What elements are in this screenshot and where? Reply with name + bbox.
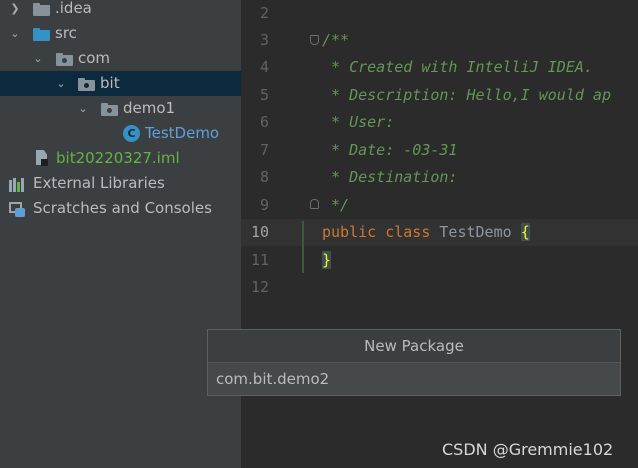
libraries-icon: [9, 176, 27, 192]
scope-indicator: [302, 221, 304, 273]
tree-item-demo1[interactable]: ⌄ demo1: [0, 96, 241, 121]
tree-item-label: TestDemo: [145, 124, 220, 142]
open-brace: {: [520, 223, 530, 241]
line-number: 12: [250, 278, 269, 296]
chevron-down-icon[interactable]: ⌄: [32, 46, 44, 71]
tree-item-idea[interactable]: ❯ .idea: [0, 0, 241, 21]
dialog-title: New Package: [208, 330, 620, 363]
package-icon: [56, 53, 73, 66]
keyword-public: public: [322, 223, 377, 241]
tree-item-iml[interactable]: bit20220327.iml: [0, 146, 241, 171]
chevron-down-icon[interactable]: ⌄: [55, 71, 67, 96]
line-number: 6: [259, 113, 269, 131]
tree-item-external-libraries[interactable]: External Libraries: [0, 171, 241, 196]
class-name: TestDemo: [439, 223, 512, 241]
line-number: 2: [259, 4, 269, 22]
line-number: 9: [259, 196, 269, 214]
tree-item-label: .idea: [55, 0, 92, 17]
tree-item-label: External Libraries: [33, 174, 165, 192]
code-line-3: /**: [322, 31, 350, 49]
keyword-class: class: [385, 223, 431, 241]
code-line-11: }: [322, 247, 332, 274]
chevron-down-icon[interactable]: ⌄: [9, 21, 21, 46]
tree-item-label: bit: [100, 74, 120, 92]
tree-item-label: src: [55, 24, 77, 42]
code-line-8: * Destination:: [322, 168, 458, 186]
source-folder-icon: [33, 28, 50, 41]
tree-item-bit[interactable]: ⌄ bit: [0, 71, 241, 96]
package-icon: [101, 103, 118, 116]
tree-item-label: demo1: [123, 99, 176, 117]
new-package-dialog: New Package: [207, 329, 621, 396]
package-name-input[interactable]: [208, 363, 620, 395]
line-number: 3: [259, 31, 269, 49]
code-line-9: */: [322, 196, 350, 214]
close-brace: }: [322, 251, 332, 269]
tree-item-label: Scratches and Consoles: [33, 199, 212, 217]
chevron-down-icon[interactable]: ⌄: [77, 96, 89, 121]
tree-item-testdemo[interactable]: C TestDemo: [0, 121, 241, 146]
line-number-current: 10: [250, 223, 269, 241]
tree-item-label: com: [78, 49, 111, 67]
project-tree: ❯ .idea ⌄ src ⌄ com ⌄ bit ⌄ demo1 C Test…: [0, 0, 241, 468]
tree-item-com[interactable]: ⌄ com: [0, 46, 241, 71]
folder-icon: [33, 3, 50, 16]
chevron-right-icon[interactable]: ❯: [9, 0, 21, 21]
package-icon: [78, 78, 95, 91]
line-number: 11: [250, 251, 269, 269]
line-number: 4: [259, 58, 269, 76]
class-icon: C: [123, 125, 140, 142]
line-number: 5: [259, 86, 269, 104]
module-file-icon: [35, 150, 48, 166]
line-number: 7: [259, 141, 269, 159]
code-line-10: public class TestDemo {: [322, 219, 530, 246]
fold-toggle-icon[interactable]: [310, 35, 319, 45]
tree-item-label: bit20220327.iml: [56, 149, 180, 167]
code-line-7: * Date: -03-31: [322, 141, 458, 159]
code-line-6: * User:: [322, 113, 395, 131]
code-editor[interactable]: 2 3 4 5 6 7 8 9 10 11 12 /** * Created w…: [241, 0, 638, 468]
line-number: 8: [259, 168, 269, 186]
watermark: CSDN @Gremmie102: [442, 440, 614, 459]
fold-toggle-icon[interactable]: [310, 199, 319, 209]
scratches-icon: [9, 200, 27, 218]
code-line-4: * Created with IntelliJ IDEA.: [322, 58, 593, 76]
code-line-5: * Description: Hello,I would ap: [322, 86, 611, 104]
tree-item-src[interactable]: ⌄ src: [0, 21, 241, 46]
tree-item-scratches[interactable]: Scratches and Consoles: [0, 196, 241, 221]
